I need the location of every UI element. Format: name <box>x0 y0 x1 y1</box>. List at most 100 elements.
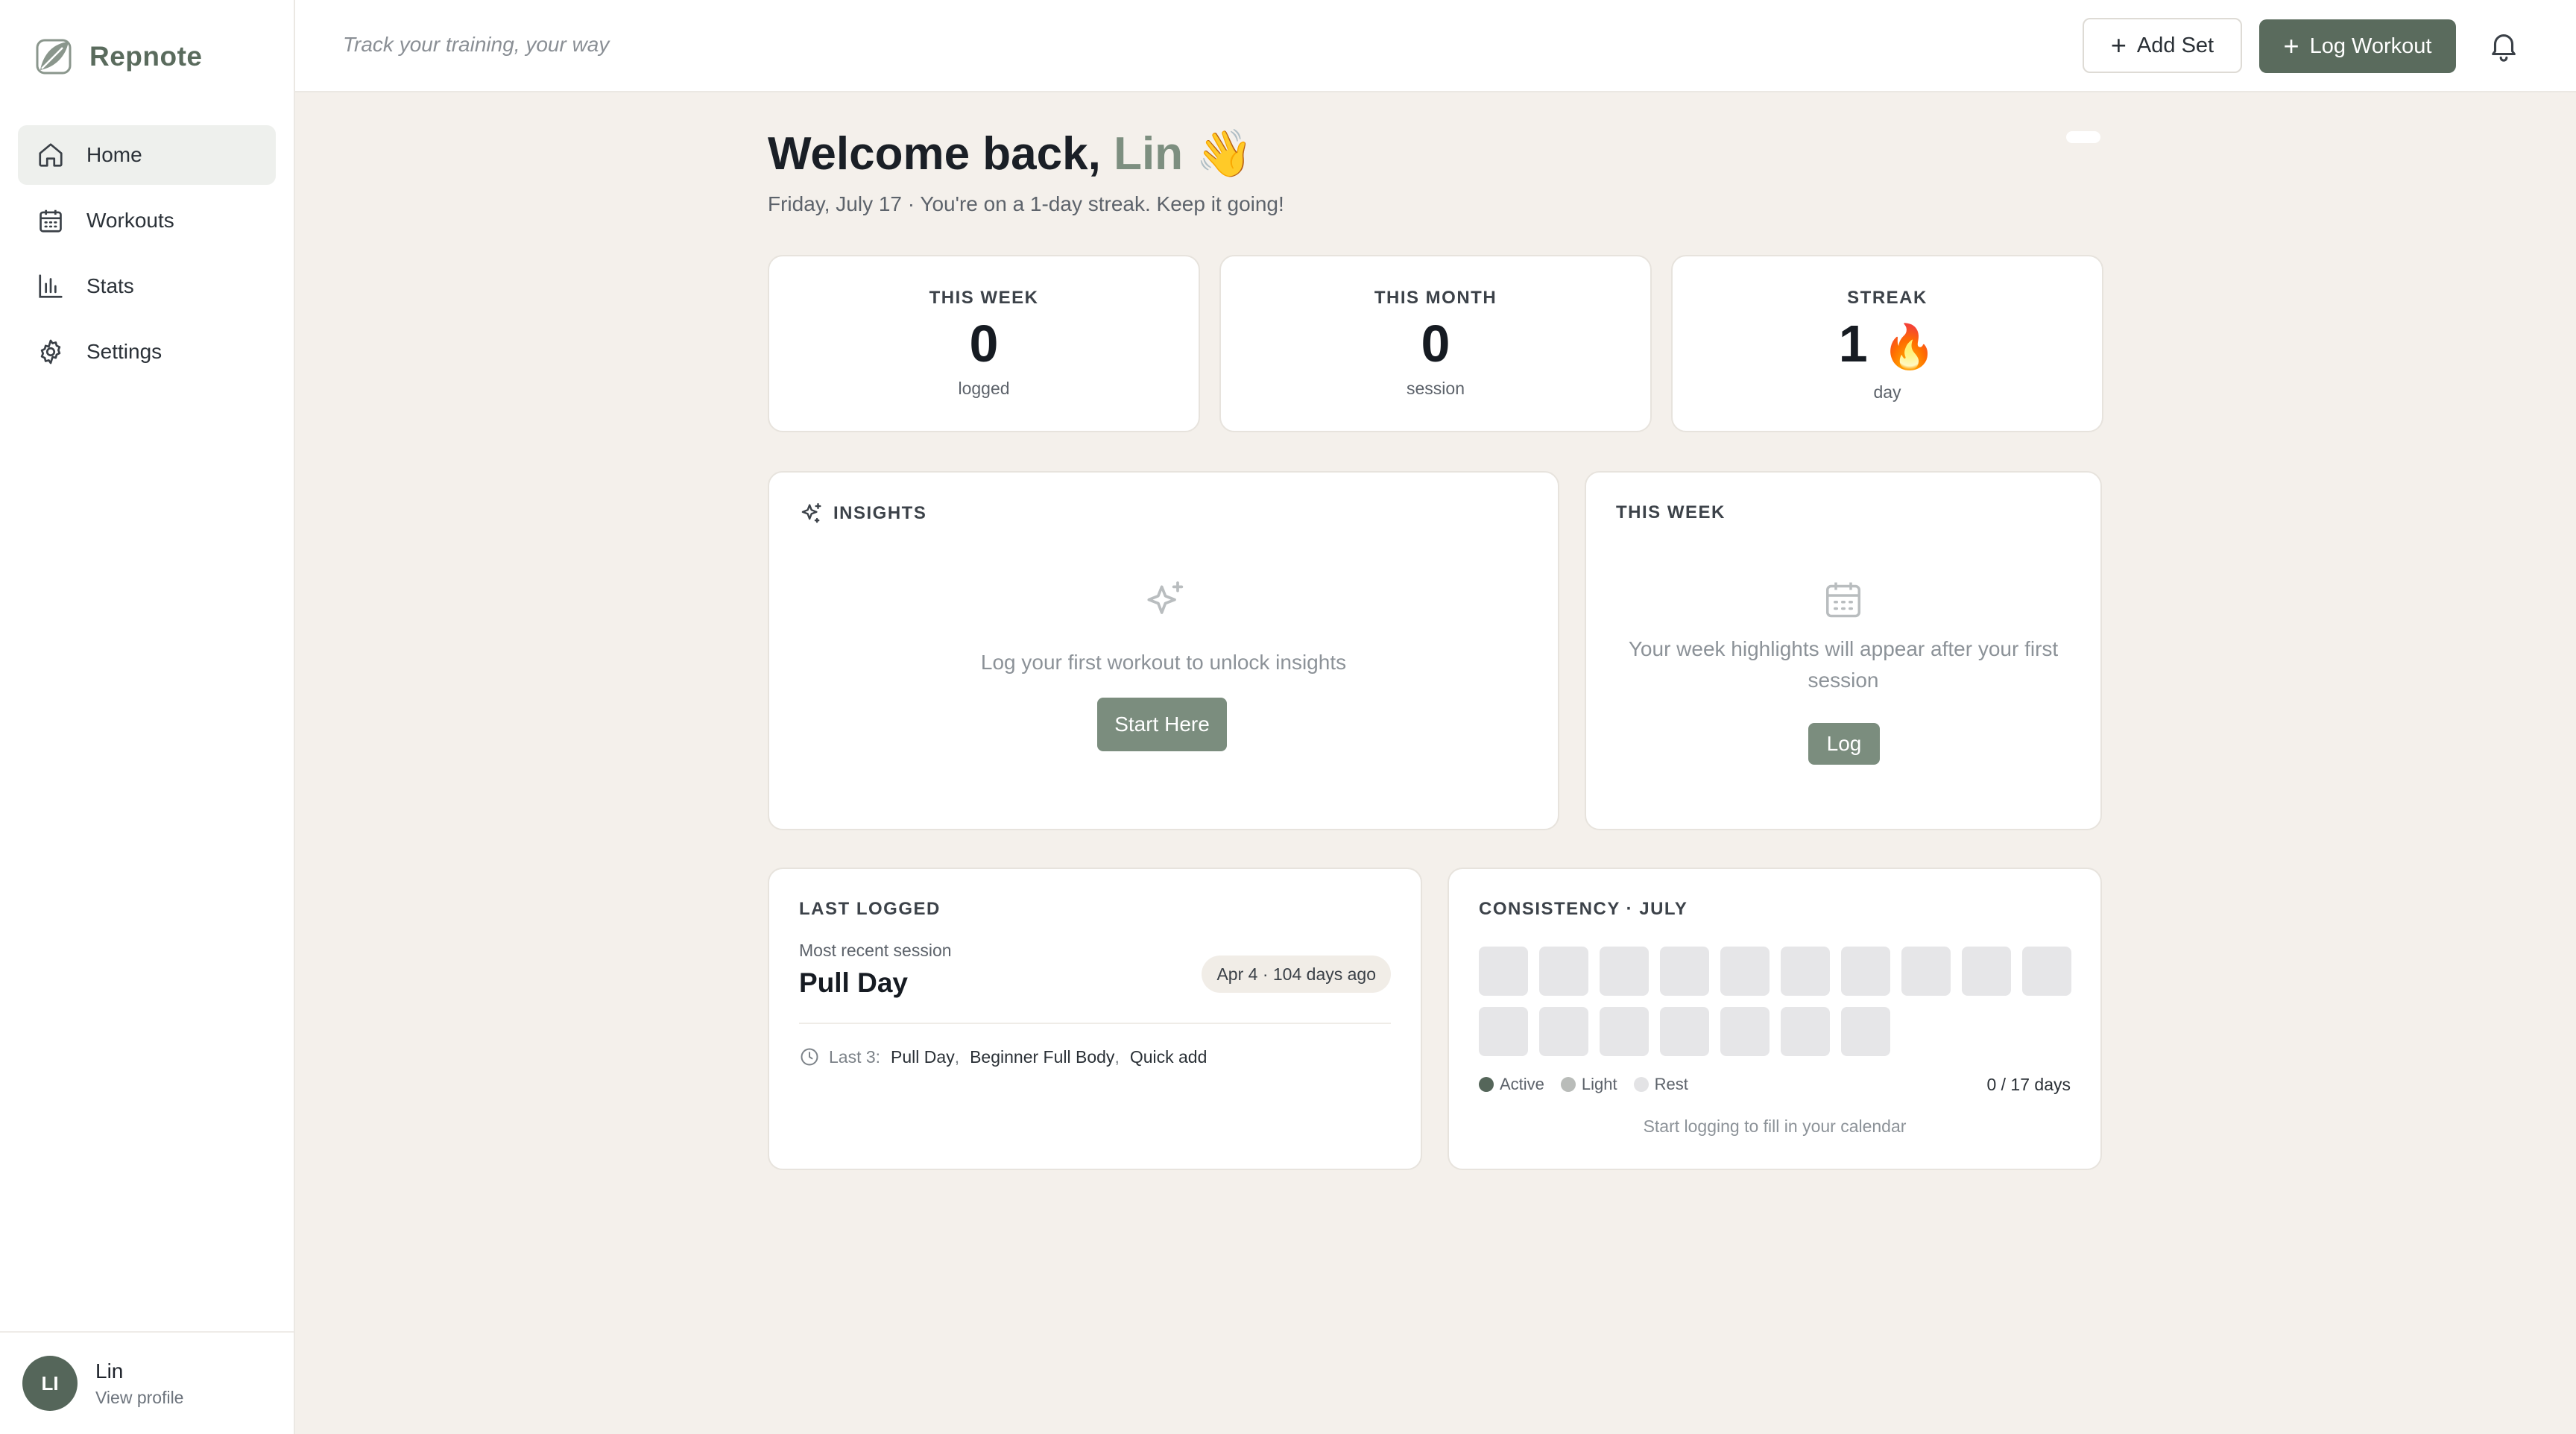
calendar-day-cell[interactable] <box>1539 947 1588 996</box>
bar-chart-icon <box>36 271 66 301</box>
main-content: Welcome back, Lin 👋 Friday, July 17 · Yo… <box>295 92 2576 1434</box>
calendar-day-cell[interactable] <box>1539 1007 1588 1056</box>
log-workout-button[interactable]: + Log Workout <box>2259 19 2456 73</box>
date-badge: Apr 4 · 104 days ago <box>1202 956 1391 993</box>
calendar-day-cell[interactable] <box>2022 947 2071 996</box>
sparkles-icon <box>1147 581 1184 614</box>
sparkles-icon <box>801 503 821 523</box>
page-title: Welcome back, Lin 👋 <box>768 127 1254 181</box>
consistency-legend: Active Light Rest <box>1479 1075 1688 1094</box>
sidebar-item-workouts[interactable]: Workouts <box>18 191 276 250</box>
calendar-day-cell[interactable] <box>1660 1007 1709 1056</box>
legend-label: Active <box>1500 1075 1544 1093</box>
streak-value: 1 <box>1838 315 1868 373</box>
calendar-day-cell[interactable] <box>1720 1007 1770 1056</box>
calendar-day-cell[interactable] <box>1720 947 1770 996</box>
recent-session-link[interactable]: Beginner Full Body <box>970 1047 1114 1067</box>
stat-card-this-week: THIS WEEK 0 logged <box>768 255 1200 432</box>
avatar: LI <box>22 1356 78 1411</box>
page-subtitle: Friday, July 17 · You're on a 1-day stre… <box>768 192 1284 215</box>
recent-label: Last 3: <box>829 1046 881 1067</box>
tagline: Track your training, your way <box>343 33 610 56</box>
stat-value: 1 🔥 <box>1673 313 2102 378</box>
calendar-day-cell[interactable] <box>1781 947 1830 996</box>
stat-value: 0 <box>1421 315 1450 373</box>
wave-emoji: 👋 <box>1196 128 1254 180</box>
sidebar-nav: Home Workouts Stats Settings <box>18 125 276 388</box>
calendar-day-cell[interactable] <box>1600 947 1649 996</box>
session-name[interactable]: Pull Day <box>799 967 908 999</box>
divider <box>799 1023 1391 1024</box>
legend-dot-light <box>1560 1077 1576 1092</box>
recent-session-link[interactable]: Pull Day <box>891 1047 955 1067</box>
sidebar-item-label: Home <box>86 143 142 166</box>
add-set-button[interactable]: + Add Set <box>2083 18 2242 73</box>
sidebar-item-home[interactable]: Home <box>18 125 276 185</box>
sidebar-item-settings[interactable]: Settings <box>18 322 276 382</box>
log-button[interactable]: Log <box>1808 723 1880 765</box>
user-name: Lin <box>1114 128 1184 180</box>
consistency-footer: Start logging to fill in your calendar <box>1643 1116 1907 1136</box>
calendar-day-cell[interactable] <box>1841 947 1890 996</box>
stat-card-streak: STREAK 1 🔥 day <box>1671 255 2103 432</box>
stat-value: 0 <box>969 315 999 373</box>
stat-label: STREAK <box>1847 288 1928 308</box>
bell-icon[interactable] <box>2487 28 2521 63</box>
separator: , <box>1114 1046 1120 1067</box>
recent-session-link[interactable]: Quick add <box>1130 1047 1208 1067</box>
start-here-button[interactable]: Start Here <box>1097 698 1227 751</box>
log-workout-label: Log Workout <box>2309 34 2432 58</box>
stat-card-this-month: THIS MONTH 0 session <box>1219 255 1652 432</box>
insights-title: INSIGHTS <box>833 503 927 523</box>
profile-name: Lin <box>95 1359 124 1383</box>
topbar: Track your training, your way + Add Set … <box>295 0 2576 92</box>
stat-label: THIS WEEK <box>929 288 1039 308</box>
fire-emoji: 🔥 <box>1882 323 1936 371</box>
calendar-day-cell[interactable] <box>1600 1007 1649 1056</box>
toggle-pill[interactable] <box>2066 131 2100 143</box>
insights-empty-text: Log your first workout to unlock insight… <box>980 651 1347 674</box>
greeting-text: Welcome back, <box>768 128 1101 180</box>
sidebar-item-label: Workouts <box>86 209 174 232</box>
plus-icon: + <box>2283 31 2299 61</box>
calendar-day-cell[interactable] <box>1781 1007 1830 1056</box>
consistency-title: CONSISTENCY · JULY <box>1479 899 1688 919</box>
add-set-label: Add Set <box>2136 33 2214 57</box>
home-icon <box>36 140 66 170</box>
last-logged-card: LAST LOGGED Most recent session Pull Day… <box>768 868 1422 1170</box>
sidebar-item-label: Stats <box>86 274 134 297</box>
gear-icon <box>36 337 66 367</box>
sidebar-item-stats[interactable]: Stats <box>18 256 276 316</box>
stat-unit: day <box>1873 382 1901 402</box>
calendar-icon <box>36 206 66 236</box>
stat-unit: logged <box>958 379 1010 398</box>
separator: , <box>954 1046 960 1067</box>
plus-icon: + <box>2110 30 2127 60</box>
leaf-logo-icon <box>36 39 72 75</box>
profile-link[interactable]: LI Lin View profile <box>0 1331 294 1434</box>
view-profile-link[interactable]: View profile <box>95 1388 183 1408</box>
session-caption: Most recent session <box>799 941 952 960</box>
calendar-day-cell[interactable] <box>1962 947 2011 996</box>
sidebar-item-label: Settings <box>86 340 162 363</box>
legend-dot-rest <box>1633 1077 1649 1092</box>
app-name: Repnote <box>89 41 203 72</box>
consistency-card: CONSISTENCY · JULY Active Light Rest 0 /… <box>1448 868 2102 1170</box>
last-logged-title: LAST LOGGED <box>799 899 941 919</box>
sidebar: Repnote Home Workouts Stats Settings LI … <box>0 0 295 1434</box>
insights-card: INSIGHTS Log your first workout to unloc… <box>768 471 1559 830</box>
calendar-day-cell[interactable] <box>1660 947 1709 996</box>
clock-icon <box>801 1048 818 1066</box>
calendar-day-cell[interactable] <box>1479 947 1528 996</box>
calendar-day-cell[interactable] <box>1841 1007 1890 1056</box>
this-week-card: THIS WEEK Your week highlights will appe… <box>1585 471 2102 830</box>
this-week-empty-text: Your week highlights will appear after y… <box>1628 637 2059 692</box>
this-week-title: THIS WEEK <box>1616 502 1726 522</box>
calendar-day-cell[interactable] <box>1479 1007 1528 1056</box>
brand[interactable]: Repnote <box>33 36 203 78</box>
calendar-day-cell[interactable] <box>1901 947 1951 996</box>
stat-unit: session <box>1407 379 1465 398</box>
consistency-summary: 0 / 17 days <box>1986 1075 2071 1094</box>
calendar-icon <box>1826 582 1860 618</box>
legend-label: Light <box>1581 1075 1617 1093</box>
